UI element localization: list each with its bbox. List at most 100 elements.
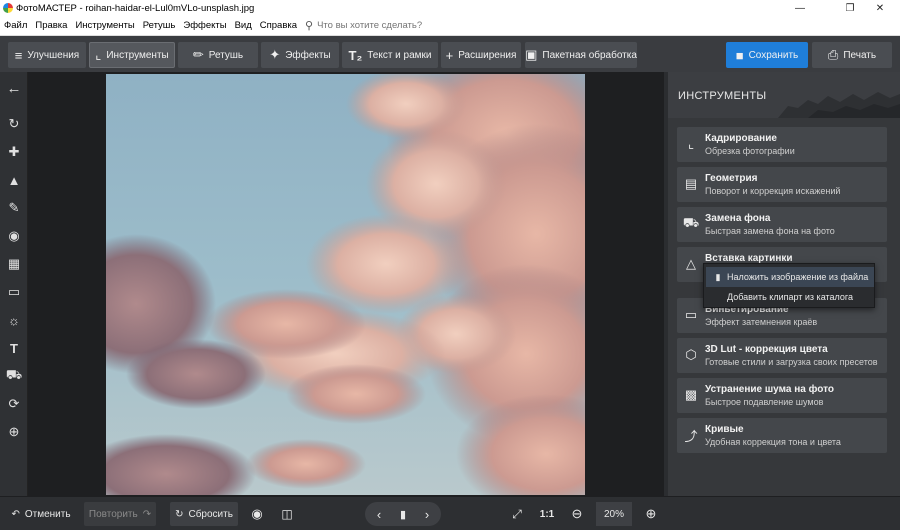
menu-retouch[interactable]: Ретушь — [139, 20, 180, 31]
back-arrow-icon[interactable]: ← — [4, 78, 24, 98]
print-button[interactable]: ⎙ Печать — [812, 42, 892, 68]
menu-file[interactable]: Файл — [0, 20, 31, 31]
save-button[interactable]: ■ Сохранить — [726, 42, 808, 68]
tool-title: Геометрия — [705, 173, 758, 184]
tool-title: 3D Lut - коррекция цвета — [705, 344, 828, 355]
tool-curves[interactable]: ⤴ Кривые Удобная коррекция тона и цвета — [677, 418, 887, 453]
tab-text-frames[interactable]: T₂ Текст и рамки — [342, 42, 438, 68]
tab-label: Расширения — [458, 49, 517, 61]
zoom-out-icon[interactable]: ⊖ — [566, 502, 588, 526]
menu-tools[interactable]: Инструменты — [71, 20, 138, 31]
tab-extensions[interactable]: + Расширения — [441, 42, 521, 68]
tool-geometry[interactable]: ▤ Геометрия Поворот и коррекция искажени… — [677, 167, 887, 202]
rotate-icon[interactable]: ↻ — [4, 114, 24, 134]
undo-button[interactable]: ↶ Отменить — [8, 502, 74, 526]
tab-label: Ретушь — [208, 49, 244, 61]
actual-size-button[interactable]: 1:1 — [534, 502, 560, 526]
text-icon[interactable]: T — [4, 338, 24, 358]
undo-icon: ↶ — [11, 508, 20, 520]
tab-tools[interactable]: ⌞ Инструменты — [89, 42, 175, 68]
redo-icon: ↷ — [142, 508, 152, 520]
menu-help[interactable]: Справка — [256, 20, 301, 31]
compare-icon[interactable]: ◫ — [276, 502, 298, 526]
menu-view[interactable]: Вид — [231, 20, 256, 31]
plus-icon: + — [445, 47, 454, 63]
bandage-icon[interactable]: ✚ — [4, 142, 24, 162]
minimize-button[interactable]: — — [780, 0, 820, 16]
photo-preview[interactable] — [106, 74, 585, 495]
menu-item-label: Наложить изображение из файла — [727, 272, 869, 282]
curves-icon: ⤴ — [684, 428, 698, 444]
cube-icon: ⬡ — [685, 347, 697, 362]
tool-background-replace[interactable]: ⛟ Замена фона Быстрая замена фона на фот… — [677, 207, 887, 242]
target-icon[interactable]: ⊕ — [4, 422, 24, 442]
reset-icon: ↻ — [175, 508, 184, 520]
title-bar: ФотоМАСТЕР - roihan-haidar-el-Lul0mVLo-u… — [0, 0, 900, 16]
insert-image-menu: ▮ Наложить изображение из файла Добавить… — [703, 263, 875, 308]
redo-label: Повторить — [88, 508, 138, 520]
tool-title: Замена фона — [705, 213, 771, 224]
image-stack-icon: ▣ — [525, 47, 538, 62]
main-toolbar: ≡ Улучшения ⌞ Инструменты ✏ Ретушь ✦ Эфф… — [0, 36, 900, 72]
undo-label: Отменить — [24, 508, 71, 520]
search-box[interactable]: ⚲ — [305, 19, 468, 32]
tool-subtitle: Быстрая замена фона на фото — [705, 226, 835, 236]
reset-button[interactable]: ↻ Сбросить — [170, 502, 238, 526]
zoom-in-icon[interactable]: ⊕ — [640, 502, 662, 526]
gradient-icon[interactable]: ▦ — [4, 254, 24, 274]
reset-label: Сбросить — [188, 508, 233, 520]
tab-effects[interactable]: ✦ Эффекты — [261, 42, 339, 68]
geometry-icon: ▤ — [684, 176, 698, 191]
tool-crop[interactable]: ⌞ Кадрирование Обрезка фотографии — [677, 127, 887, 162]
tab-label: Улучшения — [27, 49, 80, 61]
menu-item-add-clipart[interactable]: Добавить клипарт из каталога — [706, 287, 874, 307]
vignette-icon: ▭ — [684, 307, 698, 322]
sliders-icon: ≡ — [14, 47, 23, 63]
next-image-icon[interactable]: › — [417, 502, 437, 526]
redo-button[interactable]: Повторить ↷ — [84, 502, 156, 526]
tab-label: Эффекты — [285, 49, 331, 61]
print-label: Печать — [843, 49, 877, 61]
tool-3dlut[interactable]: ⬡ 3D Lut - коррекция цвета Готовые стили… — [677, 338, 887, 373]
brush-icon[interactable]: ✎ — [4, 198, 24, 218]
tool-subtitle: Готовые стили и загрузка своих пресетов — [705, 357, 878, 367]
menu-effects[interactable]: Эффекты — [179, 20, 230, 31]
menu-bar: Файл Правка Инструменты Ретушь Эффекты В… — [0, 16, 900, 36]
bucket-icon: ⛟ — [682, 215, 700, 230]
fill-bucket-icon[interactable]: ⛟ — [4, 366, 24, 386]
noise-icon: ▩ — [684, 387, 698, 402]
image-insert-icon: △ — [686, 256, 696, 271]
tab-label: Инструменты — [106, 49, 169, 61]
magic-wand-icon: ✦ — [269, 47, 281, 62]
stamp-icon[interactable]: ▲ — [4, 170, 24, 190]
previous-image-icon[interactable]: ‹ — [369, 502, 389, 526]
folder-icon: ▮ — [715, 271, 721, 282]
sun-icon[interactable]: ☼ — [4, 310, 24, 330]
tab-retouch[interactable]: ✏ Ретушь — [178, 42, 258, 68]
tool-subtitle: Поворот и коррекция искажений — [705, 186, 841, 196]
eye-icon[interactable]: ◉ — [246, 502, 268, 526]
close-button[interactable]: ✕ — [860, 0, 900, 16]
folder-icon[interactable]: ▮ — [393, 502, 413, 526]
text-icon: T₂ — [348, 47, 363, 63]
vignette-icon[interactable]: ▭ — [4, 282, 24, 302]
tab-improvements[interactable]: ≡ Улучшения — [8, 42, 86, 68]
tool-denoise[interactable]: ▩ Устранение шума на фото Быстрое подавл… — [677, 378, 887, 413]
menu-edit[interactable]: Правка — [31, 20, 71, 31]
tool-title: Кривые — [705, 424, 744, 435]
panel-title: ИНСТРУМЕНТЫ — [678, 90, 767, 102]
bottom-bar: ↶ Отменить Повторить ↷ ↻ Сбросить ◉ ◫ ‹ … — [0, 496, 900, 530]
batch-processing-button[interactable]: ▣ Пакетная обработка — [525, 42, 637, 68]
lasso-icon[interactable]: ⟳ — [4, 394, 24, 414]
window-title: ФотоМАСТЕР - roihan-haidar-el-Lul0mVLo-u… — [16, 2, 255, 14]
tool-subtitle: Эффект затемнения краёв — [705, 317, 818, 327]
tool-title: Кадрирование — [705, 133, 777, 144]
zoom-level[interactable]: 20% — [596, 502, 632, 526]
save-label: Сохранить — [748, 49, 799, 61]
menu-item-overlay-from-file[interactable]: ▮ Наложить изображение из файла — [706, 267, 874, 287]
radial-icon[interactable]: ◉ — [4, 226, 24, 246]
image-navigation: ‹ ▮ › — [365, 502, 441, 526]
search-input[interactable] — [317, 20, 468, 31]
fit-screen-icon[interactable]: ⤢ — [506, 502, 528, 526]
tool-subtitle: Быстрое подавление шумов — [705, 397, 824, 407]
